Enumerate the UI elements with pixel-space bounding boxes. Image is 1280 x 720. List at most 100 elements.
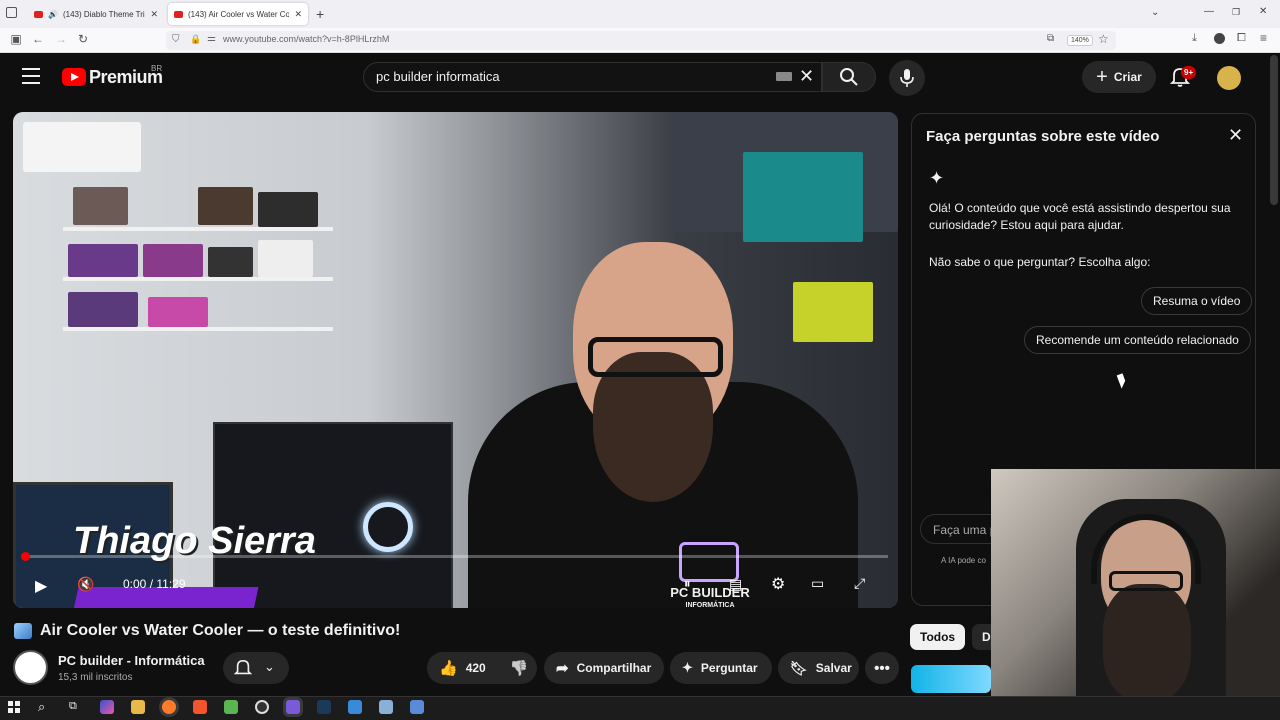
subscriber-count: 15,3 mil inscritos <box>58 672 133 683</box>
settings-gear-icon[interactable]: ⚙ <box>771 574 785 594</box>
share-icon: ➦ <box>556 660 569 677</box>
close-icon[interactable]: ✕ <box>1228 125 1243 146</box>
shield-icon[interactable]: ⛉ <box>172 34 180 45</box>
youtube-favicon-icon <box>34 10 43 18</box>
ask-button[interactable]: ✦ Perguntar <box>670 652 772 684</box>
chevron-down-icon: ⌄ <box>264 659 275 674</box>
autoplay-toggle-icon[interactable]: ⏸ <box>684 576 691 592</box>
app-green-icon[interactable] <box>224 700 238 714</box>
related-video-thumbnail[interactable] <box>911 665 991 693</box>
bookmark-star-icon[interactable]: ☆ <box>1098 32 1109 46</box>
guide-menu-icon[interactable] <box>22 68 40 84</box>
suggestion-summarize[interactable]: Resuma o vídeo <box>1141 287 1253 315</box>
extensions-icon[interactable]: ⧠ <box>1237 32 1246 45</box>
like-button[interactable]: 👍 420 👎 <box>427 652 537 684</box>
channel-name[interactable]: PC builder - Informática <box>58 653 205 668</box>
thumbs-up-icon: 👍 <box>439 660 458 677</box>
channel-avatar[interactable] <box>13 650 48 685</box>
restore-icon[interactable]: ❐ <box>1232 7 1240 18</box>
webcam-overlay <box>991 469 1280 701</box>
sidebar-toggle-icon[interactable]: ▣ <box>8 32 24 46</box>
pip-icon[interactable]: ⧉ <box>1047 33 1054 44</box>
filter-chip-all[interactable]: Todos <box>910 624 966 650</box>
back-icon[interactable]: ← <box>30 32 46 46</box>
plus-icon: + <box>1096 66 1108 88</box>
youtube-logo-icon[interactable] <box>62 68 86 86</box>
close-tab-icon[interactable]: ✕ <box>294 9 302 20</box>
keyboard-icon[interactable] <box>776 72 792 81</box>
page-scrollbar[interactable] <box>1270 55 1278 205</box>
windows-taskbar <box>0 696 1280 720</box>
task-view-icon[interactable]: ⧉ <box>69 700 77 713</box>
share-button[interactable]: ➦ Compartilhar <box>544 652 664 684</box>
fullscreen-icon[interactable]: ⤢ <box>854 575 865 592</box>
forward-icon[interactable]: → <box>53 32 69 46</box>
ice-cube-icon <box>14 623 32 639</box>
reload-icon[interactable]: ↻ <box>75 32 91 46</box>
theater-mode-icon[interactable]: ▭ <box>811 575 824 592</box>
youtube-favicon-icon <box>174 10 183 18</box>
search-button[interactable] <box>822 62 876 92</box>
brave-icon[interactable] <box>193 700 207 714</box>
more-actions-button[interactable]: ••• <box>865 652 899 684</box>
ai-disclaimer: A IA pode co <box>941 556 986 565</box>
tab-overview-icon[interactable] <box>6 7 17 18</box>
close-tab-icon[interactable]: ✕ <box>150 9 158 20</box>
save-button[interactable]: 🔖︎ Salvar <box>778 652 859 684</box>
thumbs-down-icon[interactable]: 👎 <box>510 659 529 677</box>
ai-greeting: Olá! O conteúdo que você está assistindo… <box>929 201 1231 232</box>
obs-icon[interactable] <box>255 700 269 714</box>
close-window-icon[interactable]: ✕ <box>1259 6 1267 17</box>
steam-icon[interactable] <box>317 700 331 714</box>
sparkle-icon: ✦ <box>682 660 693 675</box>
menu-icon[interactable]: ≡ <box>1260 31 1267 45</box>
app-purple-icon[interactable] <box>286 700 300 714</box>
lock-icon[interactable]: 🔒 <box>190 34 201 45</box>
zoom-level[interactable]: 140% <box>1067 35 1093 46</box>
app-window-icon[interactable] <box>379 700 393 714</box>
tab-list-chevron-icon[interactable]: ⌄ <box>1151 7 1159 18</box>
search-input[interactable]: pc builder informatica <box>376 69 500 84</box>
subtitles-icon[interactable]: ▤ <box>729 576 742 593</box>
downloads-icon[interactable]: ⤓ <box>1192 32 1197 45</box>
video-title: Air Cooler vs Water Cooler — o teste def… <box>14 622 400 640</box>
app-blue-icon[interactable] <box>348 700 362 714</box>
permissions-icon[interactable]: ⚌ <box>207 33 216 44</box>
account-icon[interactable] <box>1214 33 1225 44</box>
calculator-icon[interactable] <box>410 700 424 714</box>
mute-icon[interactable]: 🔇 <box>77 576 94 593</box>
region-code: BR <box>151 64 163 73</box>
create-button[interactable]: + Criar <box>1082 61 1156 93</box>
sparkle-icon: ✦ <box>929 168 945 188</box>
subscribed-button[interactable]: ⌄ <box>223 652 289 684</box>
search-icon <box>840 68 858 86</box>
progress-scrubber[interactable] <box>21 552 30 561</box>
suggestion-recommend[interactable]: Recomende um conteúdo relacionado <box>1024 326 1251 354</box>
minimize-icon[interactable]: — <box>1204 6 1214 17</box>
time-display: 0:00 / 11:29 <box>123 577 186 591</box>
audio-icon[interactable]: 🔊 <box>48 10 58 19</box>
voice-search-button[interactable] <box>889 60 925 96</box>
taskbar-search-icon[interactable]: ⌕ <box>38 699 45 715</box>
tab-diablo[interactable]: 🔊 (143) Diablo Theme Tristran ✕ <box>28 3 164 25</box>
browser-tab-bar: 🔊 (143) Diablo Theme Tristran ✕ (143) Ai… <box>0 0 1280 28</box>
file-explorer-icon[interactable] <box>131 700 145 714</box>
bookmark-icon: 🔖︎ <box>790 659 808 676</box>
video-player[interactable]: PC BUILDER INFORMÁTICA Thiago Sierra ▶ 🔇… <box>13 112 898 608</box>
windows-start-icon[interactable] <box>8 701 20 713</box>
user-avatar[interactable] <box>1217 66 1241 90</box>
tab-air-cooler[interactable]: (143) Air Cooler vs Water Co ✕ <box>168 3 308 25</box>
bell-icon <box>234 659 252 675</box>
play-icon[interactable]: ▶ <box>35 576 47 596</box>
firefox-icon[interactable] <box>162 700 176 714</box>
ai-prompt-text: Não sabe o que perguntar? Escolha algo: <box>929 255 1151 269</box>
ai-panel-title: Faça perguntas sobre este vídeo <box>926 128 1160 145</box>
more-dots-icon: ••• <box>874 659 890 677</box>
progress-bar[interactable] <box>23 555 888 558</box>
notification-badge: 9+ <box>1181 66 1197 79</box>
new-tab-icon[interactable]: + <box>316 6 324 22</box>
copilot-icon[interactable] <box>100 700 114 714</box>
clear-search-icon[interactable]: ✕ <box>799 66 814 87</box>
url-text[interactable]: www.youtube.com/watch?v=h-8PlHLrzhM <box>223 34 389 44</box>
microphone-icon <box>900 69 914 87</box>
